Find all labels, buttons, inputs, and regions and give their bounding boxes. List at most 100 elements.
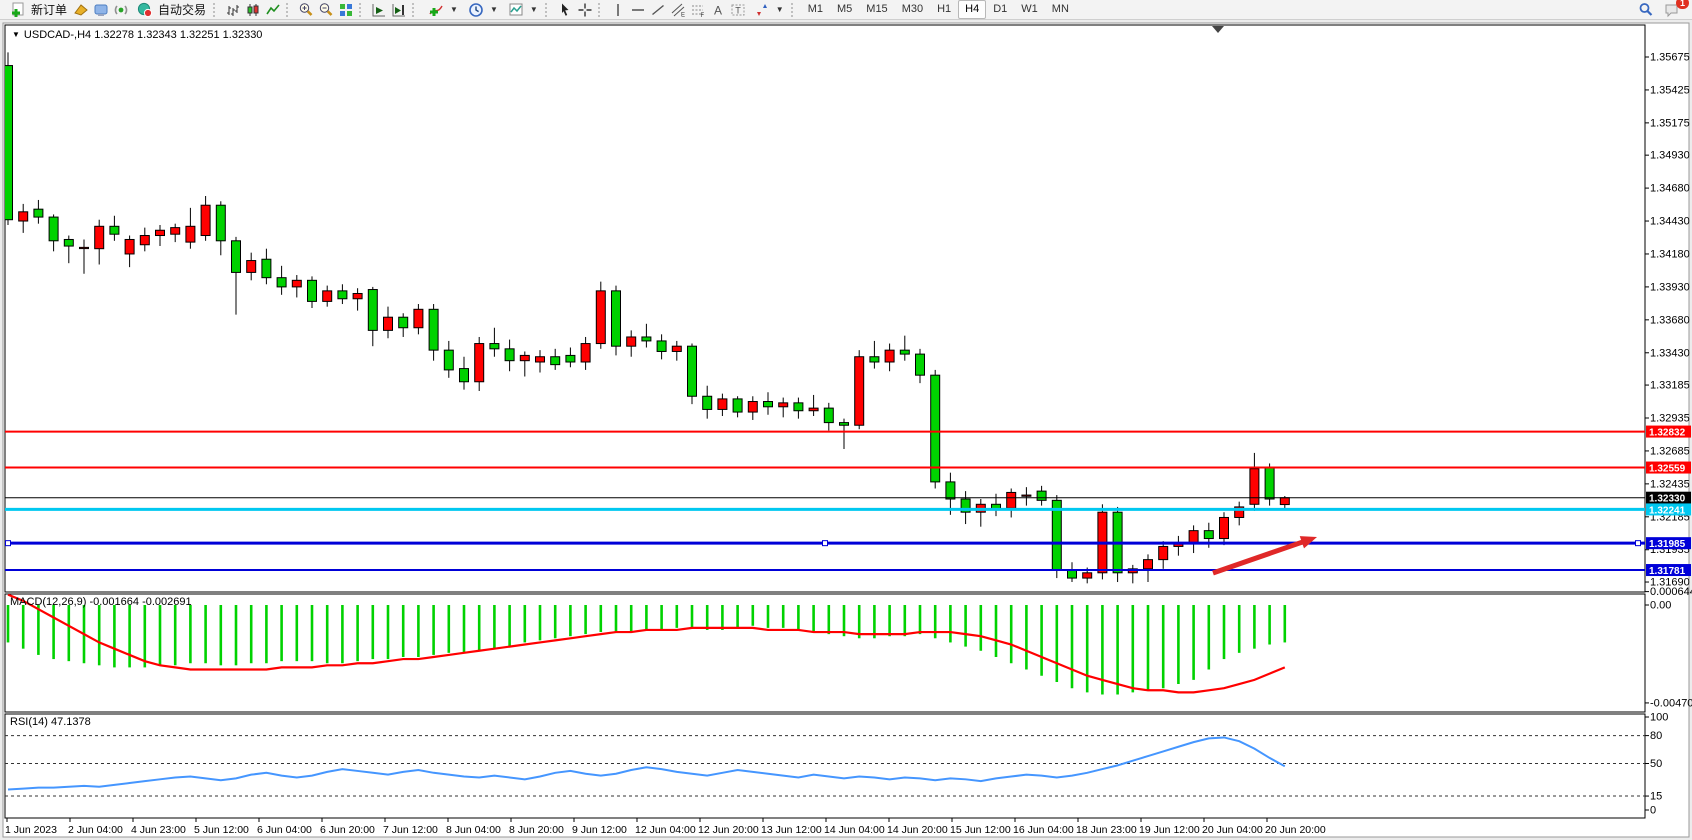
timeframe-h1[interactable]: H1 — [930, 0, 958, 19]
auto-scroll-icon[interactable] — [369, 1, 389, 19]
candle-body — [1220, 517, 1229, 538]
line-drag-handle[interactable] — [1636, 541, 1641, 546]
price-axis-label: 1.34930 — [1650, 150, 1690, 162]
candle-body — [1159, 546, 1168, 559]
collapse-arrow-icon[interactable]: ▼ — [12, 30, 20, 39]
notification-badge: 1 — [1676, 0, 1689, 9]
rsi-axis-label: 80 — [1650, 730, 1662, 742]
signal-icon[interactable] — [111, 1, 131, 19]
line-drag-handle[interactable] — [823, 541, 828, 546]
tile-windows-icon[interactable] — [336, 1, 356, 19]
price-axis-label: 1.35675 — [1650, 52, 1690, 64]
bar-chart-icon[interactable] — [223, 1, 243, 19]
candle-body — [156, 230, 165, 235]
macd-axis-label: -0.004708 — [1650, 697, 1692, 709]
template-icon — [506, 1, 526, 19]
price-axis-label: 1.33930 — [1650, 281, 1690, 293]
candle-body — [566, 355, 575, 362]
timeframe-m1[interactable]: M1 — [801, 0, 830, 19]
time-axis-label: 8 Jun 20:00 — [509, 824, 564, 836]
rsi-panel — [5, 714, 1645, 818]
time-axis-label: 12 Jun 20:00 — [698, 824, 759, 836]
price-axis-label: 1.33185 — [1650, 380, 1690, 392]
rsi-axis-label: 15 — [1650, 791, 1662, 803]
chevron-down-icon: ▼ — [776, 5, 784, 14]
candle-body — [80, 247, 89, 248]
candle-body — [490, 344, 499, 349]
text-tool-icon[interactable]: A — [708, 1, 728, 19]
terminal-icon[interactable] — [91, 1, 111, 19]
candle-body — [186, 226, 195, 242]
price-tag-label: 1.32559 — [1649, 464, 1686, 475]
candle-body — [232, 241, 241, 273]
chart-canvas: 1.356751.354251.351751.349301.346801.344… — [0, 0, 1692, 840]
timeframe-m15[interactable]: M15 — [859, 0, 894, 19]
candlestick-chart-icon[interactable] — [243, 1, 263, 19]
candle-body — [171, 228, 180, 235]
macd-axis-label: 0.000644 — [1650, 586, 1692, 598]
zoom-out-icon[interactable] — [316, 1, 336, 19]
timeframe-d1[interactable]: D1 — [986, 0, 1014, 19]
text-label-tool-icon[interactable]: T — [728, 1, 748, 19]
candle-body — [1022, 495, 1031, 496]
autotrade-button[interactable]: 自动交易 — [131, 1, 210, 19]
candle-body — [201, 205, 210, 235]
toolbar-separator — [213, 3, 220, 17]
timeframe-m5[interactable]: M5 — [830, 0, 859, 19]
candle-body — [125, 239, 134, 253]
horizontal-line-tool-icon[interactable] — [628, 1, 648, 19]
price-axis-label: 1.34180 — [1650, 248, 1690, 260]
notifications-button[interactable]: 1 — [1662, 1, 1682, 19]
candle-body — [764, 402, 773, 407]
new-order-icon — [8, 1, 28, 19]
candle-body — [95, 226, 104, 248]
candle-body — [612, 291, 621, 346]
time-axis-label: 16 Jun 04:00 — [1013, 824, 1074, 836]
price-axis-label: 1.32935 — [1650, 412, 1690, 424]
autotrade-icon — [135, 1, 155, 19]
search-icon[interactable] — [1636, 1, 1656, 19]
indicators-button[interactable]: ▼ — [422, 1, 462, 19]
time-axis-label: 19 Jun 12:00 — [1139, 824, 1200, 836]
timeframe-h4[interactable]: H4 — [958, 0, 986, 19]
line-chart-icon[interactable] — [263, 1, 283, 19]
price-tag-label: 1.32832 — [1649, 428, 1686, 439]
cursor-icon[interactable] — [555, 1, 575, 19]
candle-body — [460, 369, 469, 382]
candle-body — [840, 423, 849, 426]
line-drag-handle[interactable] — [6, 541, 11, 546]
candle-body — [277, 278, 286, 287]
chart-shift-icon[interactable] — [389, 1, 409, 19]
periods-button[interactable]: ▼ — [462, 1, 502, 19]
main-price-panel — [5, 25, 1645, 592]
candle-body — [855, 357, 864, 426]
crosshair-icon[interactable] — [575, 1, 595, 19]
candle-body — [353, 293, 362, 298]
timeframe-m30[interactable]: M30 — [895, 0, 930, 19]
timeframe-mn[interactable]: MN — [1045, 0, 1076, 19]
arrows-tool-button[interactable]: ▼ — [748, 1, 788, 19]
templates-button[interactable]: ▼ — [502, 1, 542, 19]
candle-body — [323, 291, 332, 302]
time-axis-label: 14 Jun 04:00 — [824, 824, 885, 836]
time-axis-label: 20 Jun 04:00 — [1202, 824, 1263, 836]
new-order-button[interactable]: 新订单 — [4, 1, 71, 19]
timeframe-w1[interactable]: W1 — [1014, 0, 1045, 19]
price-axis-label: 1.34430 — [1650, 216, 1690, 228]
candle-body — [110, 226, 119, 234]
trendline-tool-icon[interactable] — [648, 1, 668, 19]
time-axis-label: 5 Jun 12:00 — [194, 824, 249, 836]
candle-body — [1144, 560, 1153, 569]
candle-body — [247, 261, 256, 273]
price-tag-label: 1.31985 — [1649, 539, 1686, 550]
zoom-in-icon[interactable] — [296, 1, 316, 19]
equidistant-channel-tool-icon[interactable]: E — [668, 1, 688, 19]
candle-body — [1265, 467, 1274, 499]
candle-body — [642, 337, 651, 341]
market-watch-icon[interactable] — [71, 1, 91, 19]
fibonacci-tool-icon[interactable]: F — [688, 1, 708, 19]
candle-body — [505, 349, 514, 361]
vertical-line-tool-icon[interactable] — [608, 1, 628, 19]
toolbar-separator — [598, 3, 605, 17]
toolbar-separator — [359, 3, 366, 17]
